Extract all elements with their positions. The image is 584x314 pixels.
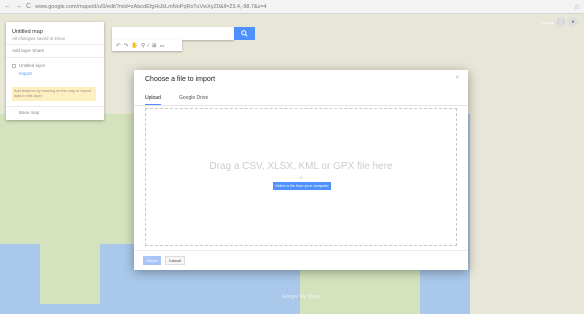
panel-actions[interactable]: Add layer Share [12,48,44,53]
browser-bar: ← → C www.google.com/maps/d/u/0/edit?mid… [0,0,584,14]
redo-icon[interactable]: ↷ [124,43,129,49]
bookmark-star-icon[interactable]: ☆ [574,3,580,11]
layer-name[interactable]: Untitled layer [19,63,45,68]
base-map-toggle[interactable]: Base map [19,110,39,115]
land-central-america [300,264,420,314]
avatar[interactable]: ● [568,17,578,27]
close-icon[interactable]: × [455,75,459,81]
empty-layer-notice: Add features by drawing on the map or im… [12,87,96,101]
directions-icon[interactable]: ⊞ [152,43,157,49]
land-sw [40,244,100,304]
panel-divider [6,44,104,45]
land-east [470,114,584,314]
import-link[interactable]: Import [19,71,32,76]
search-button[interactable] [234,27,255,40]
select-button[interactable]: Select [143,256,161,265]
apps-icon[interactable]: ⋮⋮ [556,17,566,27]
account-area: Google ⋮⋮ ● [541,17,578,27]
tab-google-drive[interactable]: Google Drive [179,95,208,101]
dialog-footer: Select Cancel [134,250,468,270]
import-dialog: Choose a file to import × Upload Google … [134,70,468,270]
panel-divider [6,106,104,107]
forward-icon[interactable]: → [15,3,22,10]
select-file-button[interactable]: Select a file from your computer [273,182,331,190]
file-drop-zone[interactable]: Drag a CSV, XLSX, KML or GPX file here -… [145,108,457,246]
cancel-button[interactable]: Cancel [165,256,185,265]
map-toolbar: ↶ ↷ ✋ ⚲ ∕ ⊞ ⚏ [112,40,182,51]
drop-instructions: Drag a CSV, XLSX, KML or GPX file here [209,161,393,172]
user-name: Google [541,19,554,25]
back-icon[interactable]: ← [4,3,11,10]
undo-icon[interactable]: ↶ [116,43,121,49]
search-input[interactable] [112,27,234,40]
map-details-panel: Untitled map All changes saved in Drive … [6,22,104,120]
map-attribution: Google My Maps [282,294,320,300]
search-icon [241,30,248,37]
reload-icon[interactable]: C [26,3,31,10]
map-title[interactable]: Untitled map [12,29,43,35]
land-west [0,114,150,244]
url-bar[interactable]: www.google.com/maps/d/u/0/edit?mid=zAbcd… [35,4,570,10]
layer-checkbox[interactable] [12,64,16,68]
save-status: All changes saved in Drive [12,36,66,41]
draw-line-icon[interactable]: ∕ [148,43,149,49]
dialog-tabs: Upload Google Drive [134,92,468,106]
add-marker-icon[interactable]: ⚲ [141,43,145,49]
pan-hand-icon[interactable]: ✋ [131,43,138,49]
dialog-title: Choose a file to import [145,76,216,83]
tab-upload[interactable]: Upload [145,95,161,105]
measure-icon[interactable]: ⚏ [160,43,165,49]
or-separator: - Or - [296,175,306,180]
panel-divider [6,57,104,58]
